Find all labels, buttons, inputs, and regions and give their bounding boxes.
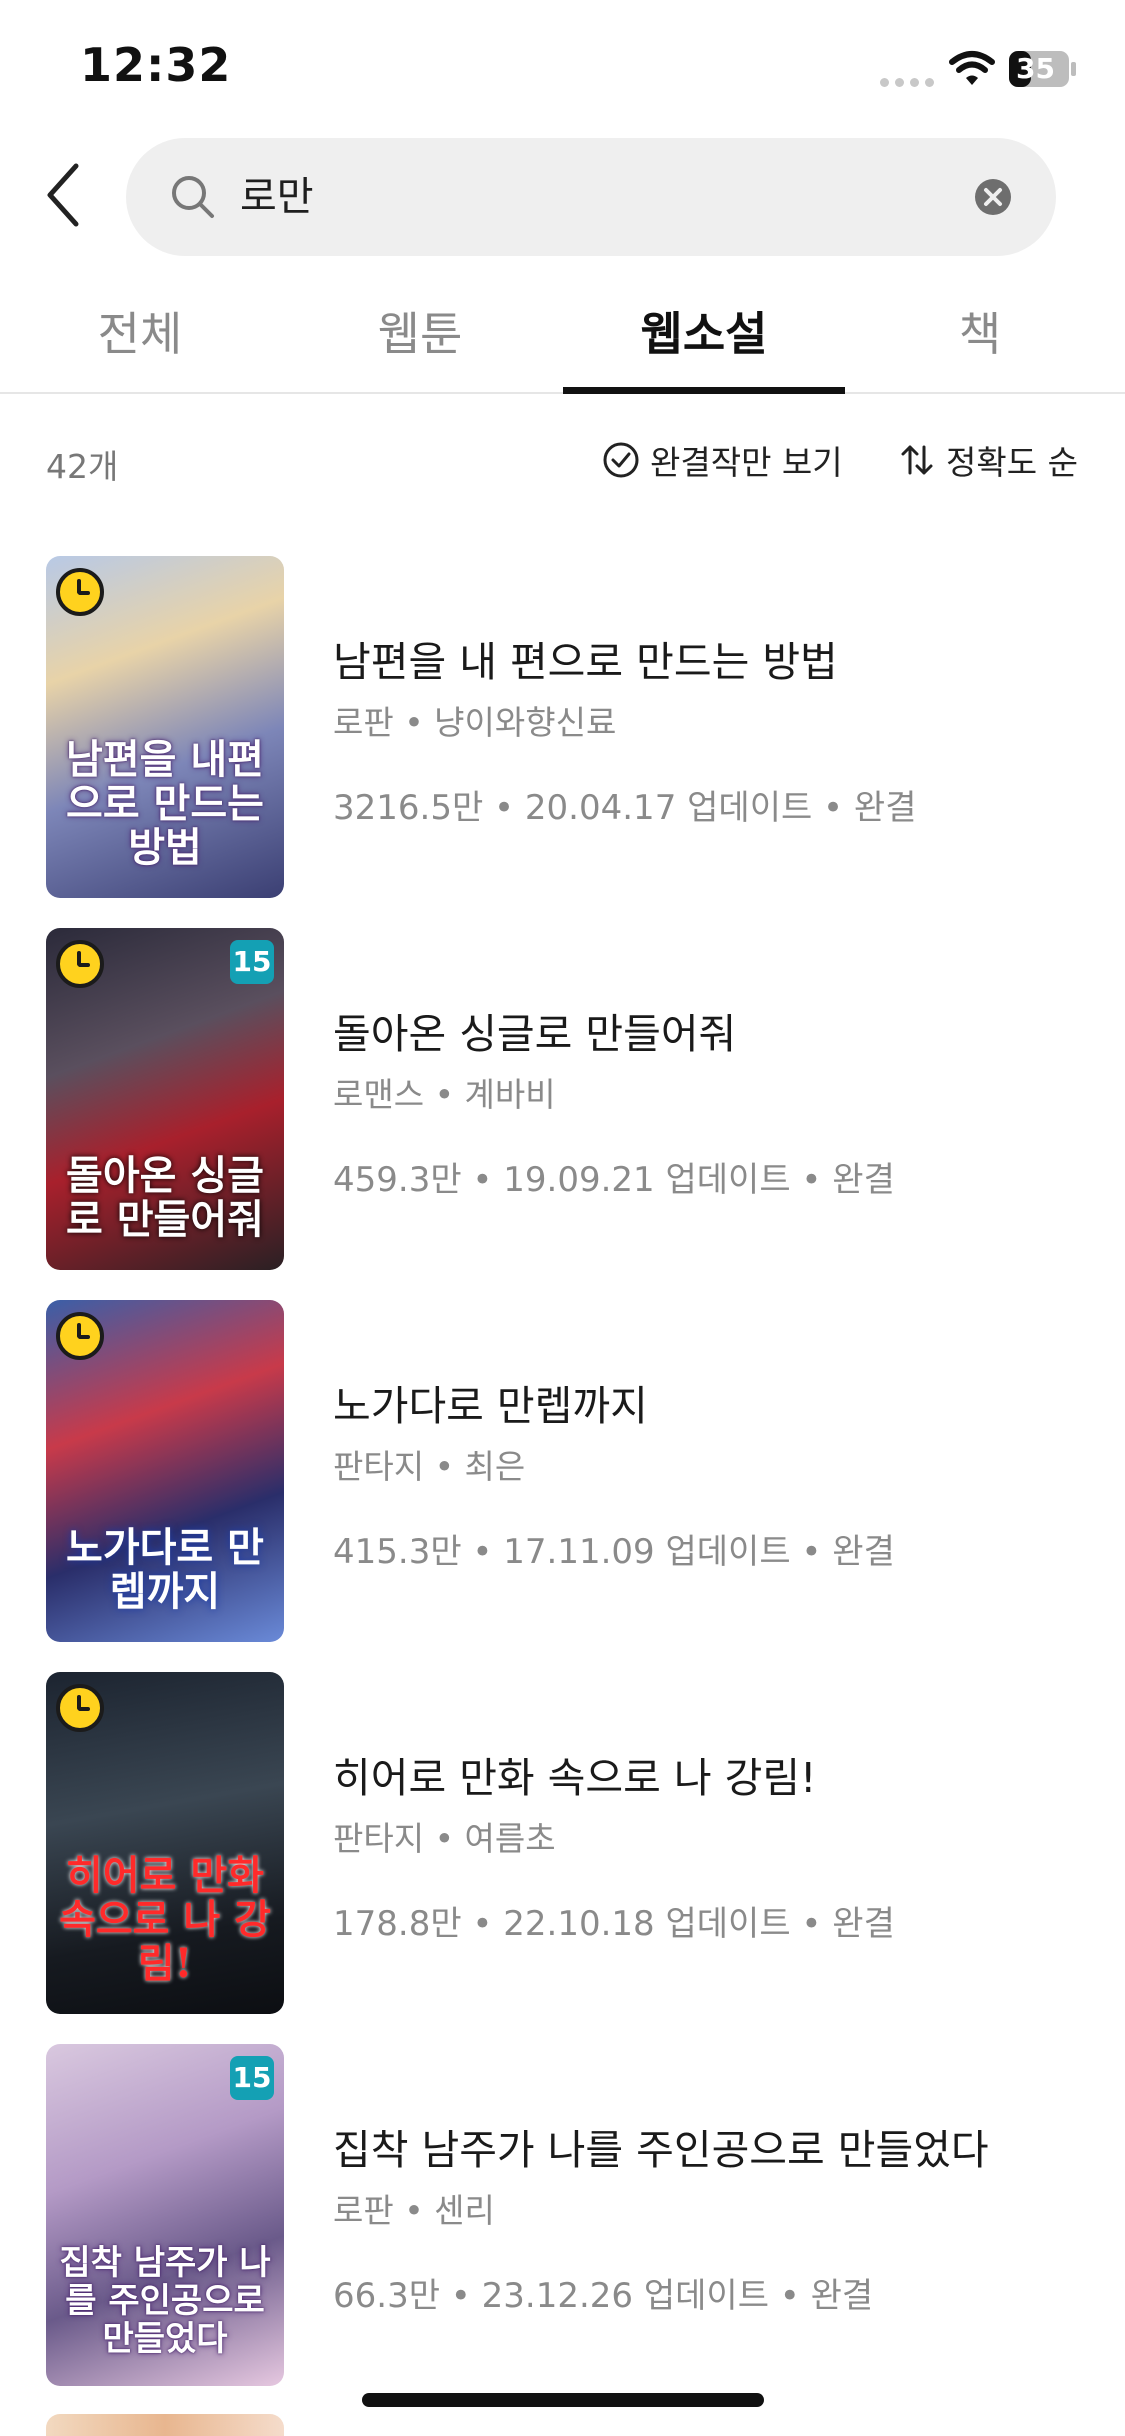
item-meta: 로판 • 냥이와향신료	[333, 703, 617, 742]
search-icon	[172, 176, 214, 218]
cover-title: 남편을 내편으로 만드는 방법	[66, 736, 264, 871]
cellular-signal-icon	[880, 78, 934, 87]
item-stats: 178.8만 • 22.10.18 업데이트 • 완결	[333, 1904, 895, 1944]
item-title: 히어로 만화 속으로 나 강림!	[333, 1754, 817, 1802]
item-meta: 판타지 • 최은	[333, 1447, 526, 1486]
check-circle-icon	[603, 442, 639, 478]
wait-free-clock-icon	[56, 568, 104, 616]
cover-title: 히어로 만화 속으로 나 강림!	[59, 1852, 271, 1987]
home-indicator[interactable]	[362, 2393, 764, 2407]
status-time: 12:32	[80, 38, 232, 92]
cover-title: 집착 남주가 나를 주인공으로 만들었다	[59, 2243, 271, 2359]
battery-level: 35	[1016, 52, 1055, 85]
cover-title: 노가다로 만렙까지	[66, 1524, 264, 1615]
cover-image: 히어로 만화 속으로 나 강림!	[46, 1672, 284, 2014]
tab-all[interactable]: 전체	[40, 298, 240, 364]
complete-only-toggle[interactable]: 완결작만 보기	[602, 436, 843, 484]
complete-only-label: 완결작만 보기	[650, 443, 843, 482]
list-item[interactable]: 돌아온 싱글로 만들어줘 15 돌아온 싱글로 만들어줘 로맨스 • 계바비 4…	[0, 928, 1125, 1270]
cover-image: 남편을 내편으로 만드는 방법	[46, 556, 284, 898]
list-item[interactable]: 히어로 만화 속으로 나 강림! 히어로 만화 속으로 나 강림! 판타지 • …	[0, 1672, 1125, 2014]
item-stats: 415.3만 • 17.11.09 업데이트 • 완결	[333, 1532, 895, 1572]
item-title: 집착 남주가 나를 주인공으로 만들었다	[333, 2126, 989, 2174]
age-rating-badge: 15	[230, 940, 274, 984]
item-meta: 로판 • 센리	[333, 2191, 495, 2230]
list-item[interactable]: 남편을 내편으로 만드는 방법 남편을 내 편으로 만드는 방법 로판 • 냥이…	[0, 556, 1125, 898]
item-title: 노가다로 만렙까지	[333, 1382, 648, 1430]
clear-search-button[interactable]	[974, 178, 1012, 216]
age-rating-badge: 15	[230, 2056, 274, 2100]
filter-row: 42개 완결작만 보기 정확도 순	[0, 430, 1125, 490]
item-title: 돌아온 싱글로 만들어줘	[333, 1010, 737, 1058]
item-stats: 3216.5만 • 20.04.17 업데이트 • 완결	[333, 788, 917, 828]
list-item[interactable]: 집착 남주가 나를 주인공으로 만들었다 15 집착 남주가 나를 주인공으로 …	[0, 2044, 1125, 2386]
status-bar: 12:32 35	[0, 0, 1125, 140]
search-input[interactable]: 로만	[240, 170, 314, 224]
wait-free-clock-icon	[56, 940, 104, 988]
result-count: 42개	[46, 447, 119, 486]
item-title: 남편을 내 편으로 만드는 방법	[333, 638, 838, 686]
item-stats: 66.3만 • 23.12.26 업데이트 • 완결	[333, 2276, 874, 2316]
back-button[interactable]	[40, 160, 90, 230]
cover-image: 돌아온 싱글로 만들어줘 15	[46, 928, 284, 1270]
search-bar[interactable]: 로만	[126, 138, 1056, 256]
tab-book[interactable]: 책	[880, 298, 1080, 364]
cover-image: 노가다로 만렙까지	[46, 1300, 284, 1642]
cover-title: 돌아온 싱글로 만들어줘	[66, 1152, 264, 1243]
battery-icon: 35	[1008, 50, 1078, 88]
item-stats: 459.3만 • 19.09.21 업데이트 • 완결	[333, 1160, 895, 1200]
item-meta: 로맨스 • 계바비	[333, 1075, 556, 1114]
sort-dropdown[interactable]: 정확도 순	[898, 436, 1078, 484]
sort-arrows-icon	[901, 445, 933, 475]
sort-label: 정확도 순	[946, 443, 1078, 482]
tab-webnovel[interactable]: 웹소설	[563, 298, 845, 364]
item-meta: 판타지 • 여름초	[333, 1819, 556, 1858]
category-tabs: 전체 웹툰 웹소설 책	[0, 268, 1125, 394]
wifi-icon	[949, 51, 995, 85]
cover-image: 집착 남주가 나를 주인공으로 만들었다 15	[46, 2044, 284, 2386]
tab-webtoon[interactable]: 웹툰	[320, 298, 520, 364]
wait-free-clock-icon	[56, 1312, 104, 1360]
list-item[interactable]: 노가다로 만렙까지 노가다로 만렙까지 판타지 • 최은 415.3만 • 17…	[0, 1300, 1125, 1642]
active-tab-indicator	[563, 387, 845, 394]
wait-free-clock-icon	[56, 1684, 104, 1732]
next-cover-peek	[46, 2414, 284, 2436]
